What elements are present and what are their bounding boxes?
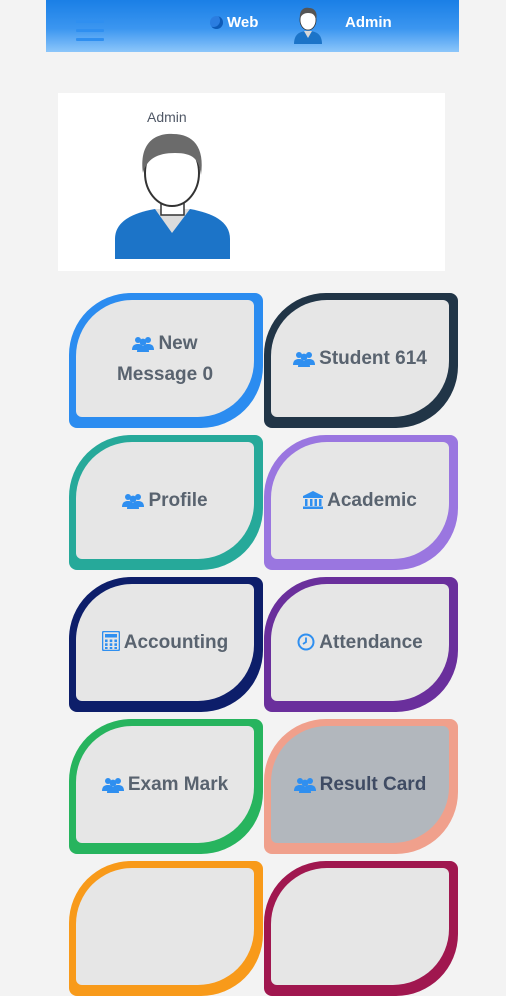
academic-tile[interactable]: Academic [264,435,458,570]
top-navbar: Web Admin [46,0,459,52]
student-tile[interactable]: Student 614 [264,293,458,428]
result-card-tile[interactable]: Result Card [264,719,458,854]
profile-card: Admin [58,93,445,271]
users-icon [101,777,124,793]
tile-content: Academic [271,442,449,559]
tile-content [271,868,449,985]
tile-content [76,868,254,985]
tile-content: New Message 0 [76,300,254,417]
tile-label: Academic [327,490,417,511]
tile-label: Result Card [319,774,427,795]
tile-content: Profile [76,442,254,559]
tile-label-line2: Message 0 [116,363,214,385]
user-avatar-icon[interactable] [292,4,324,44]
profile-name: Admin [147,109,187,125]
partial-tile-left[interactable] [69,861,263,996]
tile-content: Student 614 [271,300,449,417]
profile-tile[interactable]: Profile [69,435,263,570]
attendance-tile[interactable]: Attendance [264,577,458,712]
accounting-tile[interactable]: Accounting [69,577,263,712]
tile-label: Profile [148,490,208,511]
globe-icon [210,16,223,29]
tile-label: Attendance [319,632,423,653]
partial-tile-right[interactable] [264,861,458,996]
users-icon [293,777,316,793]
new-message-tile[interactable]: New Message 0 [69,293,263,428]
tile-label: Exam Mark [127,774,229,795]
tile-label: New [158,332,198,354]
tile-content: Exam Mark [76,726,254,843]
exam-mark-tile[interactable]: Exam Mark [69,719,263,854]
users-icon [132,336,155,352]
web-label: Web [227,14,259,31]
tile-content: Attendance [271,584,449,701]
tile-content: Accounting [76,584,254,701]
user-menu-label[interactable]: Admin [345,14,392,31]
clock-icon [297,633,315,651]
tile-label: Accounting [123,632,229,653]
hamburger-menu-icon[interactable] [76,20,104,42]
calculator-icon [101,631,120,651]
tile-label: Student 614 [319,348,427,369]
tile-content: Result Card [271,726,449,843]
profile-avatar-icon [115,129,230,259]
bank-icon [303,491,324,509]
users-icon [293,351,316,367]
users-icon [122,493,145,509]
web-link[interactable]: Web [210,14,258,31]
